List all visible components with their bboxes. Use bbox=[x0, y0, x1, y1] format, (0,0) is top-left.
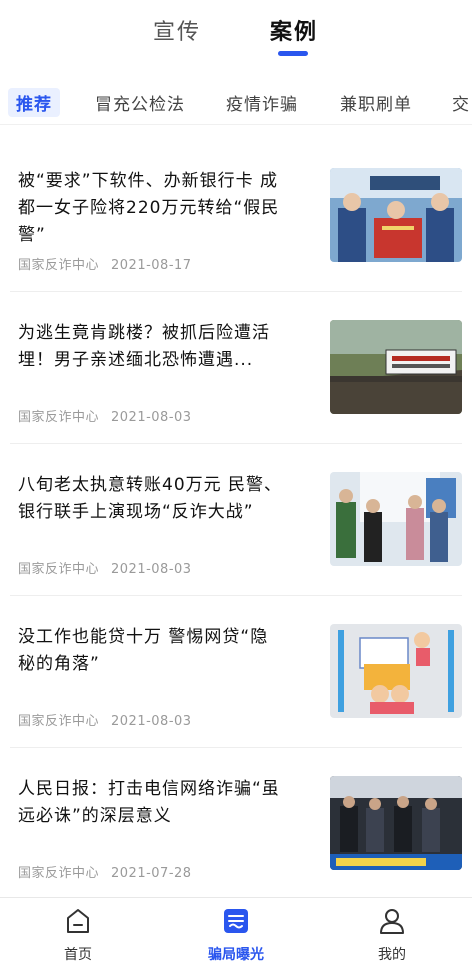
article-meta: 国家反诈中心 2021-08-03 bbox=[18, 710, 192, 729]
article-source: 国家反诈中心 bbox=[18, 562, 100, 577]
article-thumbnail bbox=[330, 776, 462, 870]
list-item[interactable]: 为逃生竟肯跳楼？被抓后险遭活埋！男子亲述缅北恐怖遭遇... 国家反诈中心 2021… bbox=[10, 292, 462, 444]
list-item[interactable]: 八旬老太执意转账40万元 民警、银行联手上演现场“反诈大战” 国家反诈中心 202… bbox=[10, 444, 462, 596]
article-meta: 国家反诈中心 2021-08-03 bbox=[18, 558, 192, 577]
tab-cases[interactable]: 案例 bbox=[270, 14, 318, 46]
article-date: 2021-08-03 bbox=[111, 714, 192, 729]
nav-scam-exposure-label: 骗局曝光 bbox=[208, 947, 264, 963]
user-icon bbox=[380, 909, 404, 934]
article-thumbnail bbox=[330, 320, 462, 414]
category-epidemic-fraud[interactable]: 疫情诈骗 bbox=[226, 90, 298, 115]
article-title: 没工作也能贷十万 警惕网贷“隐秘的角落” bbox=[18, 627, 269, 674]
list-item[interactable]: 没工作也能贷十万 警惕网贷“隐秘的角落” 国家反诈中心 2021-08-03 bbox=[10, 596, 462, 748]
article-date: 2021-08-03 bbox=[111, 410, 192, 425]
nav-home[interactable]: 首页 bbox=[28, 906, 128, 964]
category-parttime-fraud[interactable]: 兼职刷单 bbox=[340, 90, 412, 115]
category-recommended[interactable]: 推荐 bbox=[8, 88, 60, 117]
nav-profile-label: 我的 bbox=[378, 947, 406, 963]
article-date: 2021-08-03 bbox=[111, 562, 192, 577]
top-tab-bar: 宣传 案例 bbox=[0, 0, 472, 66]
article-thumbnail bbox=[330, 624, 462, 718]
article-date: 2021-08-17 bbox=[111, 258, 192, 273]
category-more[interactable]: 交 bbox=[452, 90, 470, 115]
article-meta: 国家反诈中心 2021-08-17 bbox=[18, 254, 192, 273]
article-meta: 国家反诈中心 2021-07-28 bbox=[18, 862, 192, 881]
tab-promotion[interactable]: 宣传 bbox=[153, 14, 201, 46]
article-title: 为逃生竟肯跳楼？被抓后险遭活埋！男子亲述缅北恐怖遭遇... bbox=[18, 323, 270, 370]
article-meta: 国家反诈中心 2021-08-03 bbox=[18, 406, 192, 425]
article-source: 国家反诈中心 bbox=[18, 866, 100, 881]
nav-home-label: 首页 bbox=[64, 947, 92, 963]
article-thumbnail bbox=[330, 472, 462, 566]
bottom-navigation: 首页 骗局曝光 我的 bbox=[0, 897, 472, 975]
list-item[interactable]: 被“要求”下软件、办新银行卡 成都一女子险将220万元转给“假民警” 国家反诈中… bbox=[10, 140, 462, 292]
article-source: 国家反诈中心 bbox=[18, 410, 100, 425]
list-item[interactable]: 人民日报：打击电信网络诈骗“虽远必诛”的深层意义 国家反诈中心 2021-07-2… bbox=[10, 748, 462, 900]
nav-scam-exposure[interactable]: 骗局曝光 bbox=[186, 906, 286, 964]
article-title: 八旬老太执意转账40万元 民警、银行联手上演现场“反诈大战” bbox=[18, 475, 283, 522]
nav-profile[interactable]: 我的 bbox=[342, 906, 442, 964]
article-source: 国家反诈中心 bbox=[18, 714, 100, 729]
article-date: 2021-07-28 bbox=[111, 866, 192, 881]
case-file-icon bbox=[224, 909, 248, 933]
active-tab-indicator bbox=[278, 51, 308, 56]
article-source: 国家反诈中心 bbox=[18, 258, 100, 273]
category-impersonation[interactable]: 冒充公检法 bbox=[95, 90, 185, 115]
article-title: 人民日报：打击电信网络诈骗“虽远必诛”的深层意义 bbox=[18, 779, 280, 826]
article-thumbnail bbox=[330, 168, 462, 262]
home-icon bbox=[67, 909, 89, 933]
category-bar: 推荐 冒充公检法 疫情诈骗 兼职刷单 交 bbox=[0, 80, 472, 125]
article-title: 被“要求”下软件、办新银行卡 成都一女子险将220万元转给“假民警” bbox=[18, 171, 280, 245]
article-list: 被“要求”下软件、办新银行卡 成都一女子险将220万元转给“假民警” 国家反诈中… bbox=[0, 140, 472, 900]
